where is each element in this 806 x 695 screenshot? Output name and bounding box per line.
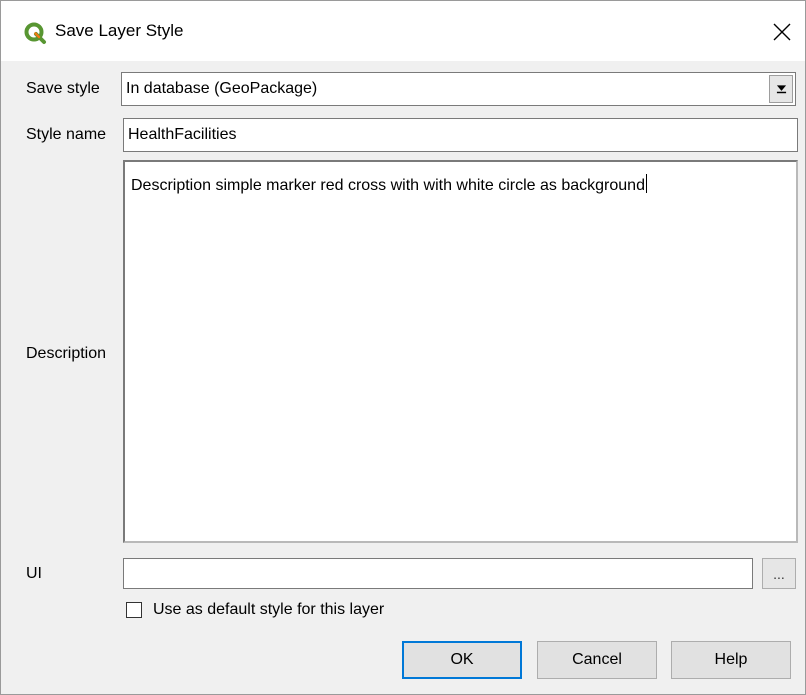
description-label: Description: [26, 345, 107, 362]
close-icon: [773, 23, 791, 41]
style-name-field[interactable]: HealthFacilities: [123, 118, 798, 152]
browse-button[interactable]: ...: [762, 558, 796, 589]
ui-label: UI: [26, 565, 42, 582]
dropdown-arrow-button[interactable]: [769, 75, 793, 103]
style-name-label: Style name: [26, 126, 107, 143]
save-style-label: Save style: [26, 80, 100, 97]
save-layer-style-dialog: Save Layer Style Save style In database …: [0, 0, 806, 695]
help-button[interactable]: Help: [671, 641, 791, 679]
close-button[interactable]: [759, 9, 805, 55]
dialog-title: Save Layer Style: [55, 21, 184, 40]
save-style-select[interactable]: In database (GeoPackage): [121, 72, 796, 106]
style-name-value: HealthFacilities: [128, 126, 237, 143]
cancel-button[interactable]: Cancel: [537, 641, 657, 679]
ok-button[interactable]: OK: [402, 641, 522, 679]
description-textarea[interactable]: Description simple marker red cross with…: [123, 160, 798, 543]
title-bar: Save Layer Style: [1, 1, 805, 61]
default-style-label: Use as default style for this layer: [153, 601, 385, 618]
default-style-checkbox[interactable]: [126, 602, 142, 618]
description-value: Description simple marker red cross with…: [131, 174, 647, 195]
save-style-value: In database (GeoPackage): [126, 80, 318, 97]
qgis-logo-icon: [23, 21, 47, 45]
ui-file-field[interactable]: [123, 558, 753, 589]
text-caret: [645, 174, 647, 193]
chevron-down-icon: [776, 85, 786, 94]
